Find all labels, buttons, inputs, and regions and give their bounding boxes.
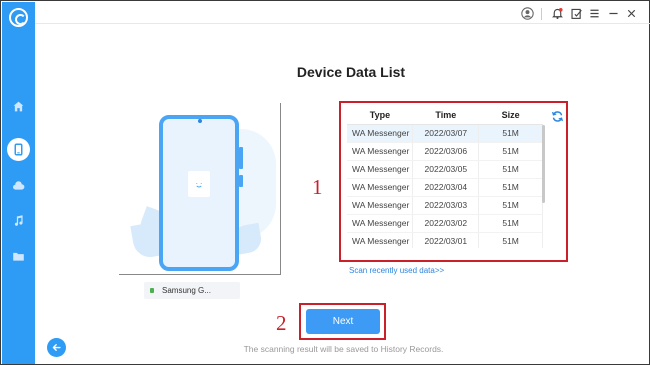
cell-time: 2022/03/02 bbox=[412, 214, 480, 233]
app-window: Device Data List Samsung G... 1 Type Tim… bbox=[0, 0, 650, 365]
sidebar bbox=[2, 2, 35, 364]
column-header-size[interactable]: Size bbox=[478, 107, 543, 125]
table-row[interactable]: WA Messenger 2022/03/01 51M bbox=[347, 232, 543, 248]
cell-type: WA Messenger bbox=[347, 142, 414, 161]
cell-time: 2022/03/04 bbox=[412, 178, 480, 197]
close-icon[interactable] bbox=[623, 5, 639, 21]
cell-size: 51M bbox=[478, 160, 543, 179]
menu-icon[interactable] bbox=[586, 5, 602, 21]
annotation-2: 2 bbox=[276, 311, 287, 335]
phone-icon[interactable] bbox=[7, 138, 30, 161]
device-name-tag: Samsung G... bbox=[144, 282, 240, 299]
device-status-icon bbox=[150, 288, 154, 293]
table-row[interactable]: WA Messenger 2022/03/04 51M bbox=[347, 178, 543, 197]
cell-size: 51M bbox=[478, 232, 543, 248]
table-row[interactable]: WA Messenger 2022/03/07 51M bbox=[347, 124, 543, 143]
device-data-table: Type Time Size WA Messenger 2022/03/07 51M… bbox=[347, 107, 547, 248]
minimize-icon[interactable] bbox=[605, 5, 621, 21]
cell-size: 51M bbox=[478, 196, 543, 215]
annotation-1: 1 bbox=[312, 175, 323, 199]
cell-type: WA Messenger bbox=[347, 160, 414, 179]
arrow-left-icon bbox=[52, 344, 61, 351]
next-button[interactable]: Next bbox=[306, 309, 380, 334]
scan-recent-data-link[interactable]: Scan recently used data>> bbox=[349, 266, 444, 275]
footer-note: The scanning result will be saved to His… bbox=[243, 344, 444, 354]
cell-type: WA Messenger bbox=[347, 196, 414, 215]
cell-time: 2022/03/03 bbox=[412, 196, 480, 215]
phone-button bbox=[239, 175, 243, 187]
cell-time: 2022/03/06 bbox=[412, 142, 480, 161]
cell-size: 51M bbox=[478, 142, 543, 161]
phone-button bbox=[239, 147, 243, 169]
table-scrollbar[interactable] bbox=[542, 125, 545, 203]
table-row[interactable]: WA Messenger 2022/03/06 51M bbox=[347, 142, 543, 161]
cell-type: WA Messenger bbox=[347, 232, 414, 248]
cell-time: 2022/03/01 bbox=[412, 232, 480, 248]
column-header-time[interactable]: Time bbox=[412, 107, 479, 125]
table-row[interactable]: WA Messenger 2022/03/02 51M bbox=[347, 214, 543, 233]
divider bbox=[541, 8, 542, 20]
refresh-icon[interactable] bbox=[551, 110, 564, 123]
edit-icon[interactable] bbox=[568, 5, 584, 21]
cell-type: WA Messenger bbox=[347, 178, 414, 197]
table-header-row: Type Time Size bbox=[347, 107, 543, 125]
app-logo-icon bbox=[9, 8, 28, 27]
device-name: Samsung G... bbox=[162, 286, 211, 295]
cloud-icon[interactable] bbox=[11, 178, 26, 193]
back-button[interactable] bbox=[47, 338, 66, 357]
page-title: Device Data List bbox=[296, 64, 406, 80]
title-bar bbox=[35, 2, 650, 24]
column-header-type[interactable]: Type bbox=[347, 107, 413, 125]
phone-camera bbox=[198, 119, 202, 123]
cell-size: 51M bbox=[478, 124, 543, 143]
user-avatar-icon[interactable] bbox=[519, 5, 535, 21]
cell-time: 2022/03/05 bbox=[412, 160, 480, 179]
cell-time: 2022/03/07 bbox=[412, 124, 480, 143]
folder-icon[interactable] bbox=[11, 249, 26, 264]
table-row[interactable]: WA Messenger 2022/03/05 51M bbox=[347, 160, 543, 179]
cell-size: 51M bbox=[478, 214, 543, 233]
home-icon[interactable] bbox=[11, 99, 26, 114]
music-icon[interactable] bbox=[11, 213, 26, 228]
notification-bell-icon[interactable] bbox=[549, 5, 565, 21]
table-row[interactable]: WA Messenger 2022/03/03 51M bbox=[347, 196, 543, 215]
cell-size: 51M bbox=[478, 178, 543, 197]
file-smile-icon bbox=[188, 171, 210, 197]
cell-type: WA Messenger bbox=[347, 124, 414, 143]
cell-type: WA Messenger bbox=[347, 214, 414, 233]
